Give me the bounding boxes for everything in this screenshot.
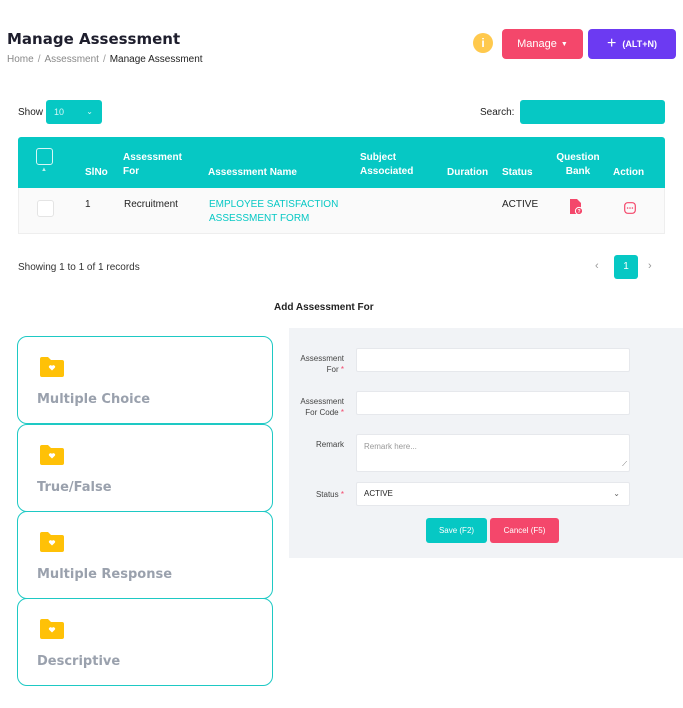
plus-icon: + xyxy=(607,35,617,52)
show-entries-value: 10 xyxy=(54,107,65,117)
status-select[interactable]: ACTIVE ⌄ xyxy=(356,482,630,506)
assessment-code-input[interactable] xyxy=(356,391,630,415)
row-checkbox[interactable] xyxy=(37,200,54,217)
cancel-button[interactable]: Cancel (F5) xyxy=(490,518,559,543)
breadcrumb: Home / Assessment / Manage Assessment xyxy=(7,54,203,65)
assessment-for-label-text: Assessment For xyxy=(300,354,344,374)
show-entries-label: Show xyxy=(18,107,44,118)
assessment-code-label: Assessment For Code * xyxy=(288,396,344,418)
required-mark: * xyxy=(340,490,344,499)
add-shortcut-label: (ALT+N) xyxy=(622,39,657,49)
question-type-label: Multiple Response xyxy=(37,567,173,582)
question-type-card-multiple-choice[interactable]: Multiple Choice xyxy=(17,336,273,424)
assessment-code-label-text: Assessment For Code xyxy=(300,397,344,417)
column-header-assessment-for[interactable]: Assessment For xyxy=(123,151,193,179)
column-header-subject[interactable]: Subject Associated xyxy=(360,151,422,179)
sort-icon[interactable]: ▲ xyxy=(41,167,47,173)
folder-icon xyxy=(40,357,64,377)
remark-label: Remark xyxy=(315,440,344,449)
column-header-action: Action xyxy=(613,167,645,178)
section-title: Add Assessment For xyxy=(274,302,374,313)
table-row: 1 Recruitment EMPLOYEE SATISFACTION ASSE… xyxy=(18,188,665,234)
assessment-for-label: Assessment For * xyxy=(292,353,344,375)
column-header-sino[interactable]: SlNo xyxy=(85,166,108,180)
question-type-label: True/False xyxy=(37,480,112,495)
page-title: Manage Assessment xyxy=(7,30,181,48)
breadcrumb-current: Manage Assessment xyxy=(109,54,203,65)
table-header: ▲ SlNo Assessment For Assessment Name Su… xyxy=(18,137,665,188)
status-label-text: Status xyxy=(315,490,339,499)
folder-icon xyxy=(40,619,64,639)
question-type-label: Multiple Choice xyxy=(37,392,151,407)
assessment-table: ▲ SlNo Assessment For Assessment Name Su… xyxy=(18,137,665,234)
breadcrumb-assessment[interactable]: Assessment xyxy=(44,54,98,65)
remark-placeholder: Remark here... xyxy=(364,442,417,451)
folder-icon xyxy=(40,445,64,465)
save-button[interactable]: Save (F2) xyxy=(426,518,487,543)
add-assessment-form: Assessment For * Assessment For Code * R… xyxy=(289,328,683,558)
question-type-card-descriptive[interactable]: Descriptive xyxy=(17,598,273,686)
svg-text:?: ? xyxy=(577,209,580,215)
search-label: Search: xyxy=(480,107,515,118)
cell-status: ACTIVE xyxy=(502,199,539,210)
column-header-duration[interactable]: Duration xyxy=(447,166,488,180)
column-header-status[interactable]: Status xyxy=(502,166,533,180)
question-type-card-multiple-response[interactable]: Multiple Response xyxy=(17,511,273,599)
select-all-checkbox[interactable] xyxy=(36,148,53,165)
info-icon[interactable]: i xyxy=(473,33,493,53)
assessment-for-input[interactable] xyxy=(356,348,630,372)
chevron-down-icon: ⌄ xyxy=(613,489,620,498)
remark-textarea[interactable]: Remark here... ⟋ xyxy=(356,434,630,472)
pagination-page-1[interactable]: 1 xyxy=(614,255,638,279)
folder-icon xyxy=(40,532,64,552)
caret-down-icon: ▼ xyxy=(560,40,568,48)
more-options-icon[interactable] xyxy=(624,202,636,214)
pagination-next-button[interactable]: › xyxy=(648,260,652,272)
question-file-icon[interactable]: ? xyxy=(569,199,582,215)
manage-button-label: Manage xyxy=(517,38,557,50)
show-entries-select[interactable]: 10 ⌄ xyxy=(46,100,102,124)
resize-handle-icon[interactable]: ⟋ xyxy=(622,459,627,470)
breadcrumb-home[interactable]: Home xyxy=(7,54,34,65)
status-label: Status * xyxy=(316,489,344,500)
column-header-question-bank[interactable]: Question Bank xyxy=(551,151,605,179)
question-type-card-true-false[interactable]: True/False xyxy=(17,424,273,512)
required-mark: * xyxy=(340,365,344,374)
records-info: Showing 1 to 1 of 1 records xyxy=(18,262,140,273)
status-select-value: ACTIVE xyxy=(364,489,393,498)
manage-dropdown-button[interactable]: Manage ▼ xyxy=(502,29,583,59)
pagination-prev-button[interactable]: ‹ xyxy=(595,260,599,272)
cell-sino: 1 xyxy=(85,199,91,210)
column-header-assessment-name[interactable]: Assessment Name xyxy=(208,166,297,180)
chevron-down-icon: ⌄ xyxy=(86,107,93,116)
cell-assessment-name-link[interactable]: EMPLOYEE SATISFACTION ASSESSMENT FORM xyxy=(209,198,349,226)
search-input[interactable] xyxy=(520,100,665,124)
add-new-button[interactable]: + (ALT+N) xyxy=(588,29,676,59)
cell-assessment-for: Recruitment xyxy=(124,199,178,210)
required-mark: * xyxy=(340,408,344,417)
question-type-label: Descriptive xyxy=(37,654,121,669)
